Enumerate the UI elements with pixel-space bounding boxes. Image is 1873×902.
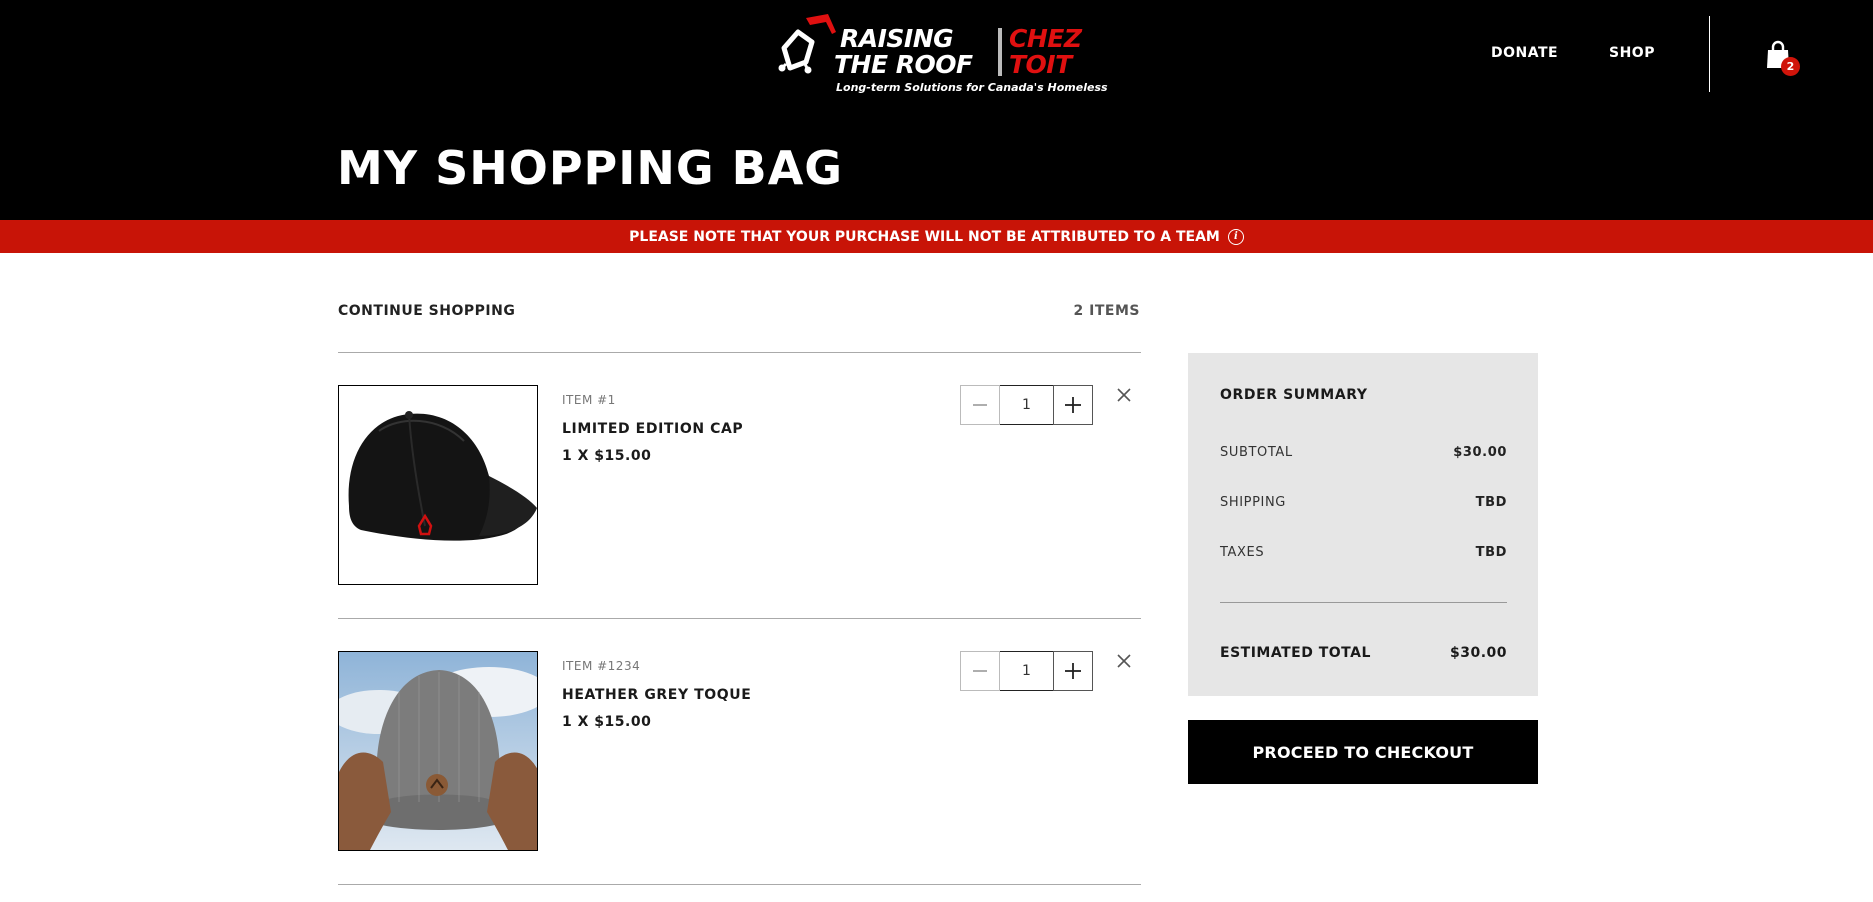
continue-shopping-link[interactable]: CONTINUE SHOPPING xyxy=(338,303,515,319)
shipping-label: SHIPPING xyxy=(1220,495,1286,510)
item-name[interactable]: HEATHER GREY TOQUE xyxy=(562,687,751,703)
decrease-quantity-button[interactable] xyxy=(960,651,1000,691)
taxes-value: TBD xyxy=(1475,545,1507,560)
house-logo-icon xyxy=(778,14,836,74)
item-image-cap[interactable] xyxy=(338,385,538,585)
taxes-row: TAXES TBD xyxy=(1220,545,1507,560)
subtotal-value: $30.00 xyxy=(1453,445,1507,460)
close-icon xyxy=(1117,654,1131,668)
taxes-label: TAXES xyxy=(1220,545,1265,560)
plus-icon xyxy=(1065,663,1081,679)
logo-the-roof-text: THE ROOF xyxy=(834,50,973,79)
remove-item-button[interactable] xyxy=(1116,653,1134,671)
quantity-stepper: 1 xyxy=(960,385,1093,425)
shipping-value: TBD xyxy=(1475,495,1507,510)
decrease-quantity-button[interactable] xyxy=(960,385,1000,425)
item-number: ITEM #1234 xyxy=(562,659,641,673)
plus-icon xyxy=(1065,397,1081,413)
logo-tagline: Long-term Solutions for Canada's Homeles… xyxy=(836,81,1108,94)
nav-divider xyxy=(1709,16,1710,92)
info-icon[interactable]: i xyxy=(1227,228,1244,245)
quantity-field[interactable]: 1 xyxy=(1000,385,1053,425)
cart-item-count: 2 ITEMS xyxy=(1073,303,1140,319)
estimated-total-row: ESTIMATED TOTAL $30.00 xyxy=(1220,645,1507,661)
subtotal-label: SUBTOTAL xyxy=(1220,445,1293,460)
logo-raising-text: RAISING xyxy=(840,24,954,53)
summary-divider xyxy=(1220,602,1507,603)
estimated-total-value: $30.00 xyxy=(1449,645,1507,661)
logo-toit-text: TOIT xyxy=(1009,50,1072,79)
cart-count-badge: 2 xyxy=(1781,57,1800,76)
quantity-field[interactable]: 1 xyxy=(1000,651,1053,691)
minus-icon xyxy=(973,404,987,406)
grey-toque-image xyxy=(339,652,537,850)
quantity-stepper: 1 xyxy=(960,651,1093,691)
list-divider xyxy=(338,884,1141,885)
item-price: 1 X $15.00 xyxy=(562,714,652,730)
order-summary-panel: ORDER SUMMARY SUBTOTAL $30.00 SHIPPING T… xyxy=(1188,353,1538,696)
remove-item-button[interactable] xyxy=(1116,387,1134,405)
increase-quantity-button[interactable] xyxy=(1053,385,1093,425)
cart-item: ITEM #1 LIMITED EDITION CAP 1 X $15.00 1 xyxy=(338,385,1141,585)
team-attribution-notice: PLEASE NOTE THAT YOUR PURCHASE WILL NOT … xyxy=(0,220,1873,253)
black-cap-image xyxy=(339,386,537,584)
site-logo[interactable]: RAISING THE ROOF CHEZ TOIT Long-term Sol… xyxy=(776,10,1108,100)
close-icon xyxy=(1117,388,1131,402)
logo-chez-text: CHEZ xyxy=(1009,24,1082,53)
logo-divider xyxy=(998,28,1002,76)
estimated-total-label: ESTIMATED TOTAL xyxy=(1220,645,1371,661)
item-price: 1 X $15.00 xyxy=(562,448,652,464)
subtotal-row: SUBTOTAL $30.00 xyxy=(1220,445,1507,460)
list-divider xyxy=(338,352,1141,353)
cart-item: ITEM #1234 HEATHER GREY TOQUE 1 X $15.00… xyxy=(338,651,1141,851)
item-image-toque[interactable] xyxy=(338,651,538,851)
nav-donate-link[interactable]: DONATE xyxy=(1491,45,1558,61)
shipping-row: SHIPPING TBD xyxy=(1220,495,1507,510)
minus-icon xyxy=(973,670,987,672)
list-divider xyxy=(338,618,1141,619)
order-summary-title: ORDER SUMMARY xyxy=(1220,387,1368,403)
item-name[interactable]: LIMITED EDITION CAP xyxy=(562,421,743,437)
notice-text: PLEASE NOTE THAT YOUR PURCHASE WILL NOT … xyxy=(629,228,1220,245)
proceed-to-checkout-button[interactable]: PROCEED TO CHECKOUT xyxy=(1188,720,1538,784)
item-number: ITEM #1 xyxy=(562,393,616,407)
nav-shop-link[interactable]: SHOP xyxy=(1609,45,1655,61)
increase-quantity-button[interactable] xyxy=(1053,651,1093,691)
page-title: MY SHOPPING BAG xyxy=(337,141,844,195)
site-header: RAISING THE ROOF CHEZ TOIT Long-term Sol… xyxy=(0,0,1873,220)
